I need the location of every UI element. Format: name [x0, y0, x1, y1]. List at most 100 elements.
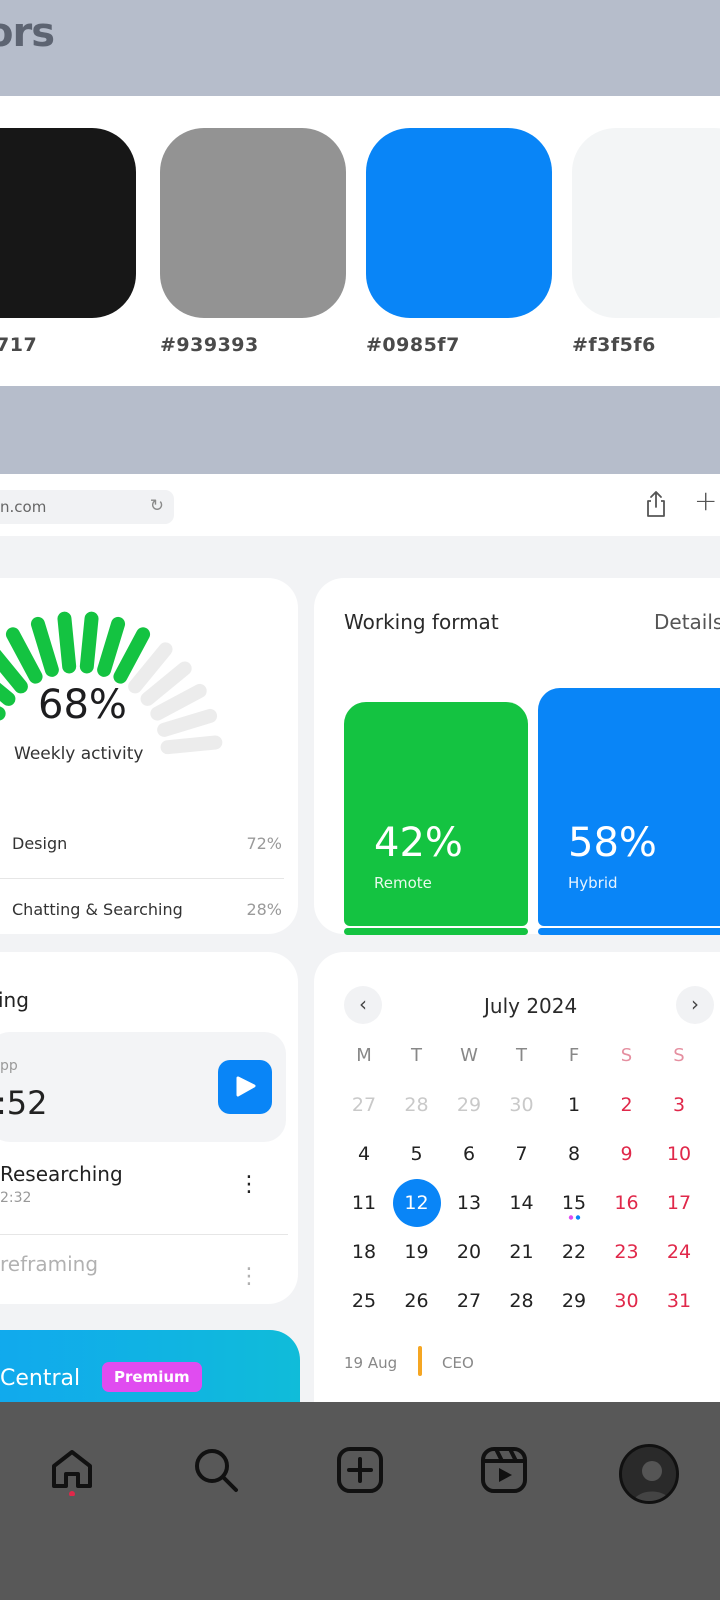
more-options-icon[interactable]: ⋮ [238, 1172, 260, 1197]
calendar-day[interactable]: 17 [653, 1183, 705, 1223]
focus-title: ing [0, 988, 29, 1012]
address-bar[interactable]: n.com ↻ [0, 490, 174, 524]
hybrid-bar-underline [538, 928, 720, 935]
calendar-day[interactable]: 7 [496, 1134, 548, 1174]
weekday-header: S [620, 1045, 633, 1066]
event-role: CEO [442, 1354, 474, 1372]
play-button[interactable] [218, 1060, 272, 1114]
calendar-day[interactable]: 18 [338, 1232, 390, 1272]
weekly-activity-card: 68% Weekly activity Design 72% Chatting … [0, 578, 298, 934]
activity-row-name: Chatting & Searching [12, 900, 183, 919]
calendar-day[interactable]: 30 [601, 1281, 653, 1321]
details-link[interactable]: Details [654, 610, 720, 634]
calendar-day[interactable]: 24 [653, 1232, 705, 1272]
divider [0, 1234, 288, 1235]
new-tab-icon[interactable]: + [694, 484, 717, 517]
calendar-day[interactable]: 27 [443, 1281, 495, 1321]
focus-card: ing pp :52 Researching 2:32 ⋮ reframing … [0, 952, 298, 1304]
calendar-day[interactable]: 26 [391, 1281, 443, 1321]
swatch-light-label: #f3f5f6 [572, 334, 656, 356]
event-marker [418, 1346, 422, 1376]
calendar-day[interactable]: 23 [601, 1232, 653, 1272]
calendar-day[interactable]: 12 [391, 1179, 443, 1227]
calendar-day[interactable]: 20 [443, 1232, 495, 1272]
swatch-blue-label: #0985f7 [366, 334, 460, 356]
weekday-header: T [411, 1045, 422, 1066]
create-icon[interactable] [334, 1444, 386, 1496]
gauge-segment [79, 611, 99, 674]
avatar-image [622, 1447, 676, 1501]
timer-value: :52 [0, 1084, 48, 1122]
calendar-day[interactable]: 4 [338, 1134, 390, 1174]
calendar-month: July 2024 [484, 994, 578, 1018]
calendar-day[interactable]: 28 [391, 1085, 443, 1125]
bottom-navigation [0, 1402, 720, 1600]
calendar-day[interactable]: 29 [548, 1281, 600, 1321]
reload-icon[interactable]: ↻ [150, 496, 164, 516]
calendar-day[interactable]: 15 [548, 1183, 600, 1223]
calendar-day[interactable]: 22 [548, 1232, 600, 1272]
calendar-day[interactable]: 1 [548, 1085, 600, 1125]
calendar-day[interactable]: 13 [443, 1183, 495, 1223]
calendar-day[interactable]: 31 [653, 1281, 705, 1321]
activity-percent: 68% [38, 682, 127, 728]
activity-label: Weekly activity [14, 744, 144, 764]
next-month-button[interactable]: › [676, 986, 714, 1024]
calendar-day[interactable]: 5 [391, 1134, 443, 1174]
color-palette: 717 #939393 #0985f7 #f3f5f6 [0, 96, 720, 386]
working-format-card: Working format Details 42% Remote 58% Hy… [314, 578, 720, 935]
share-icon[interactable] [644, 490, 668, 518]
swatch-blue [366, 128, 552, 318]
timer-box: pp :52 [0, 1032, 286, 1142]
timer-app-name: pp [0, 1058, 18, 1074]
calendar-day[interactable]: 8 [548, 1134, 600, 1174]
calendar-day[interactable]: 27 [338, 1085, 390, 1125]
reels-icon[interactable] [478, 1444, 530, 1496]
activity-row-design: Design 72% [12, 834, 282, 853]
gauge-segment [97, 616, 126, 677]
weekday-header: W [460, 1045, 478, 1066]
remote-bar: 42% Remote [344, 702, 528, 926]
profile-avatar[interactable] [619, 1444, 679, 1504]
calendar-day[interactable]: 19 [391, 1232, 443, 1272]
swatch-gray-label: #939393 [160, 334, 259, 356]
weekday-header: F [568, 1045, 580, 1066]
calendar-day[interactable]: 3 [653, 1085, 705, 1125]
hybrid-label: Hybrid [568, 874, 618, 892]
calendar-day[interactable]: 11 [338, 1183, 390, 1223]
activity-row-pct: 72% [246, 834, 282, 853]
task-item-reframing[interactable]: reframing ⋮ [0, 1252, 290, 1289]
gauge-segment [157, 708, 218, 737]
swatch-black-label: 717 [0, 334, 38, 356]
swatch-black [0, 128, 136, 318]
calendar-day[interactable]: 16 [601, 1183, 653, 1223]
hybrid-percent: 58% [568, 820, 657, 866]
calendar-day[interactable]: 30 [496, 1085, 548, 1125]
weekday-header: T [516, 1045, 527, 1066]
remote-label: Remote [374, 874, 432, 892]
premium-badge: Premium [102, 1362, 202, 1392]
gauge-segment [160, 735, 223, 755]
calendar-day[interactable]: 6 [443, 1134, 495, 1174]
dashboard: 68% Weekly activity Design 72% Chatting … [0, 536, 720, 1402]
more-options-icon[interactable]: ⋮ [238, 1264, 260, 1289]
search-icon[interactable] [190, 1444, 242, 1496]
task-item-researching[interactable]: Researching 2:32 ⋮ [0, 1162, 290, 1206]
calendar-day[interactable]: 9 [601, 1134, 653, 1174]
calendar-day[interactable]: 28 [496, 1281, 548, 1321]
calendar-day[interactable]: 2 [601, 1085, 653, 1125]
calendar-day[interactable]: 10 [653, 1134, 705, 1174]
weekday-header: S [673, 1045, 685, 1066]
home-icon[interactable] [46, 1444, 98, 1496]
divider [0, 878, 284, 879]
calendar-day[interactable]: 21 [496, 1232, 548, 1272]
calendar-day[interactable]: 25 [338, 1281, 390, 1321]
remote-bar-underline [344, 928, 528, 935]
central-card[interactable]: Central Premium [0, 1330, 300, 1402]
calendar-day[interactable]: 29 [443, 1085, 495, 1125]
prev-month-button[interactable]: ‹ [344, 986, 382, 1024]
activity-row-name: Design [12, 834, 68, 853]
swatch-light [572, 128, 720, 318]
calendar-day[interactable]: 14 [496, 1183, 548, 1223]
weekday-header: M [356, 1045, 372, 1066]
